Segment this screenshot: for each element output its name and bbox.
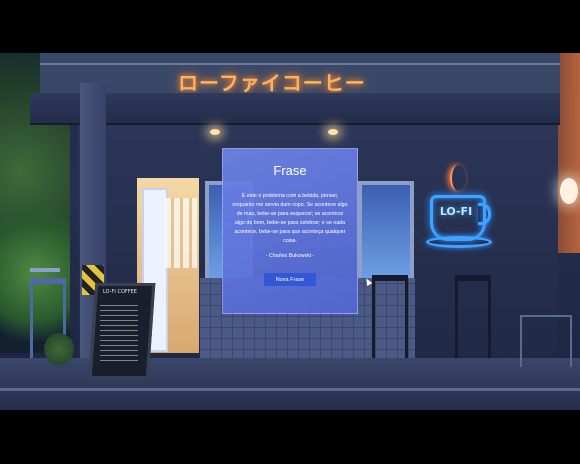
bar-stool [372,275,408,369]
shop-awning [30,93,560,125]
shop-window [358,181,414,284]
quote-text: É este o problema com a bebida, pensei, … [232,193,348,244]
quote-card: Frase É este o problema com a bebida, pe… [222,148,358,314]
menu-board-title: LO-FI COFFEE [103,289,137,295]
ceiling-lamp [210,129,220,135]
street-lantern [560,178,578,204]
potted-plant [44,333,74,365]
photo-wall [165,198,197,268]
quote-author: - Charles Bukowski - [265,253,315,259]
roof-rail [40,63,560,65]
neon-cup-label: LO-FI [439,205,473,218]
menu-board-lines [100,301,138,361]
sidewalk [0,358,580,410]
ceiling-lamp [328,129,338,135]
railing [520,315,572,367]
bar-stool [455,275,491,369]
curb [0,388,580,391]
neon-steam-icon [450,165,466,191]
outdoor-table [30,268,60,272]
neon-shop-sign: ローファイコーヒー [178,71,366,95]
new-quote-button[interactable]: Nova Frase [264,273,316,286]
neon-saucer [426,236,492,248]
quote-card-title: Frase [273,163,307,178]
